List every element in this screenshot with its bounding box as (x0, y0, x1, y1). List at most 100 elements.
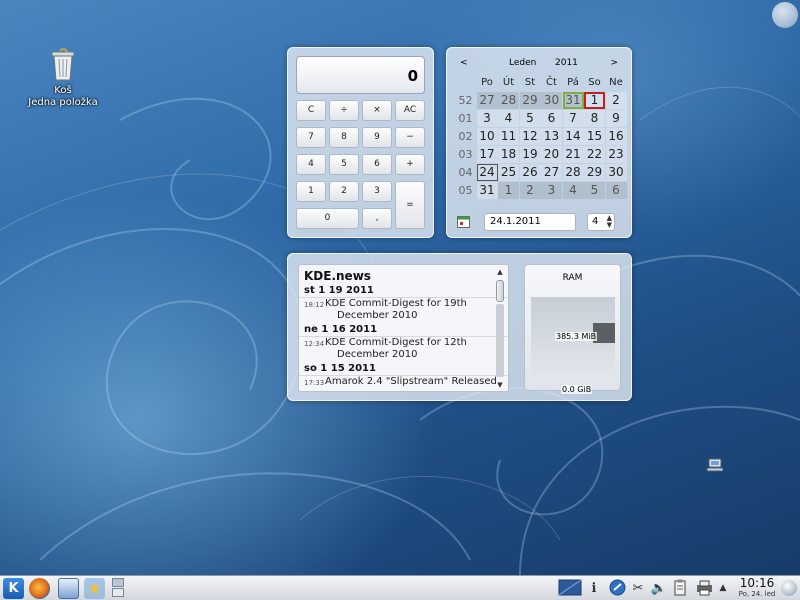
scroll-down-icon[interactable]: ▼ (495, 381, 505, 390)
clipboard-icon[interactable] (673, 579, 687, 598)
divide-button[interactable]: ÷ (329, 100, 359, 121)
firefox-icon[interactable] (29, 578, 50, 599)
calendar-day[interactable]: 29 (584, 164, 605, 181)
calendar-day[interactable]: 12 (519, 128, 541, 145)
news-headline-cont[interactable]: December 2010 (325, 310, 508, 322)
scissors-icon[interactable]: ✂ (630, 579, 646, 598)
month-label[interactable]: Leden (509, 58, 536, 68)
calendar-day[interactable]: 5 (584, 182, 605, 199)
news-headline[interactable]: KDE Commit-Digest for 19th (325, 298, 508, 310)
clock[interactable]: 10:16 Po, 24. led (738, 577, 776, 599)
calendar-day[interactable]: 10 (476, 128, 498, 145)
calendar-day[interactable]: 6 (605, 182, 627, 199)
calendar-day[interactable]: 11 (498, 128, 519, 145)
calendar-day[interactable]: 26 (519, 164, 541, 181)
trash-desktop-icon[interactable]: Koš Jedna položka (28, 48, 98, 109)
news-item[interactable]: 18:12 KDE Commit-Digest for 19th December … (299, 298, 508, 322)
pager-desktop-1[interactable] (112, 578, 124, 587)
document-icon[interactable] (58, 578, 79, 599)
digit-4-button[interactable]: 4 (296, 154, 326, 175)
news-item[interactable]: 12:34 KDE Commit-Digest for 12th December … (299, 337, 508, 361)
calendar-day[interactable]: 1 (498, 182, 519, 199)
calendar-day[interactable]: 28 (562, 164, 584, 181)
digit-3-button[interactable]: 3 (362, 181, 392, 202)
info-icon[interactable]: ℹ (588, 579, 600, 598)
panel-toolbox-icon[interactable] (781, 580, 797, 596)
plus-button[interactable]: + (395, 154, 425, 175)
calendar-day[interactable]: 4 (562, 182, 584, 199)
desktop-pager[interactable] (112, 578, 126, 599)
calendar-day[interactable]: 27 (541, 164, 562, 181)
scroll-track[interactable] (496, 304, 504, 377)
volume-icon[interactable]: 🔈 (650, 579, 668, 598)
digit-8-button[interactable]: 8 (329, 127, 359, 148)
minus-button[interactable]: − (395, 127, 425, 148)
digit-6-button[interactable]: 6 (362, 154, 392, 175)
calendar-day[interactable]: 7 (562, 110, 584, 127)
calendar-day[interactable]: 27 (476, 92, 498, 109)
scroll-up-icon[interactable]: ▲ (495, 268, 505, 277)
digit-0-button[interactable]: 0 (296, 208, 359, 229)
year-label[interactable]: 2011 (555, 58, 578, 68)
calendar-day[interactable]: 2 (605, 92, 627, 109)
calendar-icon[interactable] (457, 215, 470, 228)
calendar-day[interactable]: 31 (562, 92, 584, 109)
date-input[interactable]: 24.1.2011 (484, 213, 576, 231)
calendar-day[interactable]: 4 (498, 110, 519, 127)
news-scrollbar[interactable]: ▲ ▼ (495, 268, 505, 390)
desktop-toolbox-icon[interactable] (772, 2, 798, 28)
calendar-day[interactable]: 20 (541, 146, 562, 163)
calendar-day[interactable]: 17 (476, 146, 498, 163)
display-icon[interactable] (558, 579, 582, 598)
calendar-day[interactable]: 22 (584, 146, 605, 163)
all-clear-button[interactable]: AC (395, 100, 425, 121)
clear-button[interactable]: C (296, 100, 326, 121)
calendar-day[interactable]: 2 (519, 182, 541, 199)
calendar-day[interactable]: 30 (605, 164, 627, 181)
calendar-day[interactable]: 13 (541, 128, 562, 145)
calendar-day[interactable]: 1 (584, 92, 605, 109)
kde-icon[interactable]: K (3, 578, 24, 599)
digit-7-button[interactable]: 7 (296, 127, 326, 148)
multiply-button[interactable]: × (362, 100, 392, 121)
calendar-day[interactable]: 3 (541, 182, 562, 199)
calendar-day[interactable]: 15 (584, 128, 605, 145)
calendar-day[interactable]: 23 (605, 146, 627, 163)
calendar-day[interactable]: 18 (498, 146, 519, 163)
calendar-day[interactable]: 30 (541, 92, 562, 109)
spin-arrows-icon[interactable]: ▲ ▼ (607, 215, 612, 229)
calendar-day[interactable]: 6 (541, 110, 562, 127)
calendar-day[interactable]: 8 (584, 110, 605, 127)
star-icon[interactable]: ★ (84, 578, 105, 599)
printer-icon[interactable] (695, 579, 713, 598)
calendar-day[interactable]: 14 (562, 128, 584, 145)
calendar-day[interactable]: 29 (519, 92, 541, 109)
tray-expand-icon[interactable]: ▲ (717, 579, 729, 598)
calendar-day[interactable]: 24 (476, 164, 498, 181)
calendar-day[interactable]: 21 (562, 146, 584, 163)
news-headline[interactable]: KDE Commit-Digest for 12th (325, 337, 508, 349)
update-icon[interactable] (608, 579, 626, 598)
calendar-day[interactable]: 31 (476, 182, 498, 199)
calendar-day[interactable]: 28 (498, 92, 519, 109)
pager-desktop-2[interactable] (112, 588, 124, 597)
week-spinbox[interactable]: 4 ▲ ▼ (587, 213, 615, 231)
next-month-button[interactable]: > (610, 58, 618, 68)
calendar-day[interactable]: 3 (476, 110, 498, 127)
digit-1-button[interactable]: 1 (296, 181, 326, 202)
calendar-day[interactable]: 5 (519, 110, 541, 127)
calendar-day[interactable]: 16 (605, 128, 627, 145)
previous-month-button[interactable]: < (460, 58, 468, 68)
digit-5-button[interactable]: 5 (329, 154, 359, 175)
calendar-day[interactable]: 9 (605, 110, 627, 127)
network-icon[interactable] (706, 458, 724, 472)
equals-button[interactable]: = (395, 181, 425, 229)
digit-2-button[interactable]: 2 (329, 181, 359, 202)
news-headline-cont[interactable]: December 2010 (325, 349, 508, 361)
calendar-day[interactable]: 19 (519, 146, 541, 163)
digit-9-button[interactable]: 9 (362, 127, 392, 148)
decimal-button[interactable]: , (362, 208, 392, 229)
news-headline[interactable]: Amarok 2.4 "Slipstream" Released (325, 376, 508, 388)
scroll-thumb[interactable] (496, 280, 504, 302)
news-item[interactable]: 17:33 Amarok 2.4 "Slipstream" Released (299, 376, 508, 388)
